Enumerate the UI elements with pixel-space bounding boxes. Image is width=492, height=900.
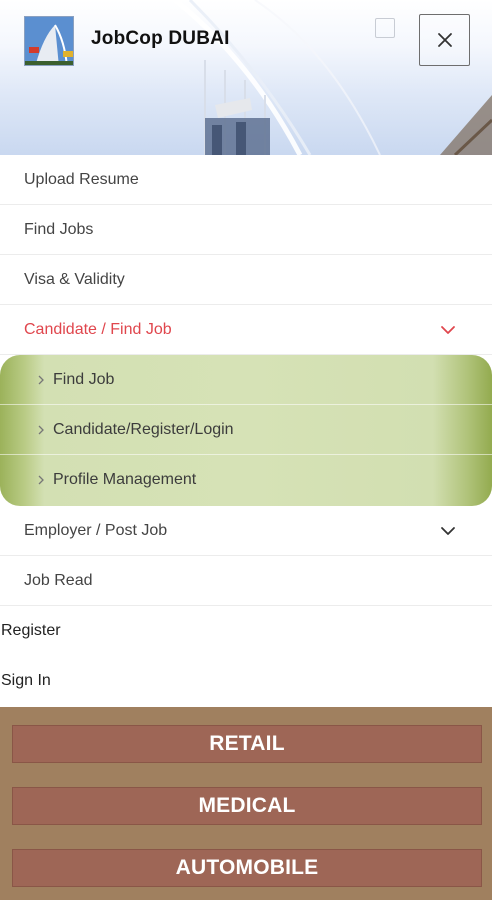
- menu-item-label: Candidate / Find Job: [24, 320, 172, 338]
- candidate-submenu: Find Job Candidate/Register/Login Profil…: [0, 355, 492, 506]
- chevron-right-icon: [38, 475, 44, 485]
- menu-item-upload-resume[interactable]: Upload Resume: [0, 155, 492, 205]
- submenu-item-label: Candidate/Register/Login: [53, 420, 234, 438]
- nav-menu: Upload Resume Find Jobs Visa & Validity …: [0, 155, 492, 706]
- app-title: JobCop DUBAI: [91, 28, 230, 49]
- menu-item-label: Sign In: [1, 672, 51, 689]
- menu-item-job-read[interactable]: Job Read: [0, 556, 492, 606]
- menu-item-label: Find Jobs: [24, 220, 94, 238]
- submenu-item-profile-management[interactable]: Profile Management: [0, 455, 492, 505]
- submenu-item-candidate-register-login[interactable]: Candidate/Register/Login: [0, 405, 492, 455]
- submenu-item-find-job[interactable]: Find Job: [0, 355, 492, 405]
- chevron-down-icon[interactable]: [440, 523, 456, 539]
- category-retail-button[interactable]: RETAIL: [12, 725, 482, 763]
- checkbox-placeholder: [375, 18, 395, 38]
- category-medical-button[interactable]: MEDICAL: [12, 787, 482, 825]
- menu-item-label: Employer / Post Job: [24, 521, 168, 539]
- menu-item-register[interactable]: Register: [0, 606, 492, 656]
- close-icon: [437, 33, 452, 47]
- category-strip: RETAIL MEDICAL AUTOMOBILE: [0, 707, 492, 900]
- menu-item-employer-post-job[interactable]: Employer / Post Job: [0, 506, 492, 556]
- menu-item-find-jobs[interactable]: Find Jobs: [0, 205, 492, 255]
- burj-al-arab-logo-icon: [25, 17, 73, 65]
- menu-item-sign-in[interactable]: Sign In: [0, 656, 492, 706]
- category-automobile-button[interactable]: AUTOMOBILE: [12, 849, 482, 887]
- menu-item-visa-validity[interactable]: Visa & Validity: [0, 255, 492, 305]
- menu-item-label: Visa & Validity: [24, 270, 125, 288]
- header: JobCop DUBAI: [0, 0, 492, 155]
- chevron-right-icon: [38, 425, 44, 435]
- menu-item-label: Job Read: [24, 571, 93, 589]
- chevron-down-icon[interactable]: [440, 322, 456, 338]
- menu-item-label: Register: [1, 622, 61, 639]
- logo[interactable]: [24, 16, 74, 66]
- menu-item-label: Upload Resume: [24, 170, 139, 188]
- close-menu-button[interactable]: [419, 14, 470, 66]
- submenu-item-label: Profile Management: [53, 471, 197, 488]
- menu-item-candidate-find-job[interactable]: Candidate / Find Job: [0, 305, 492, 355]
- chevron-right-icon: [38, 375, 44, 385]
- submenu-item-label: Find Job: [53, 370, 115, 388]
